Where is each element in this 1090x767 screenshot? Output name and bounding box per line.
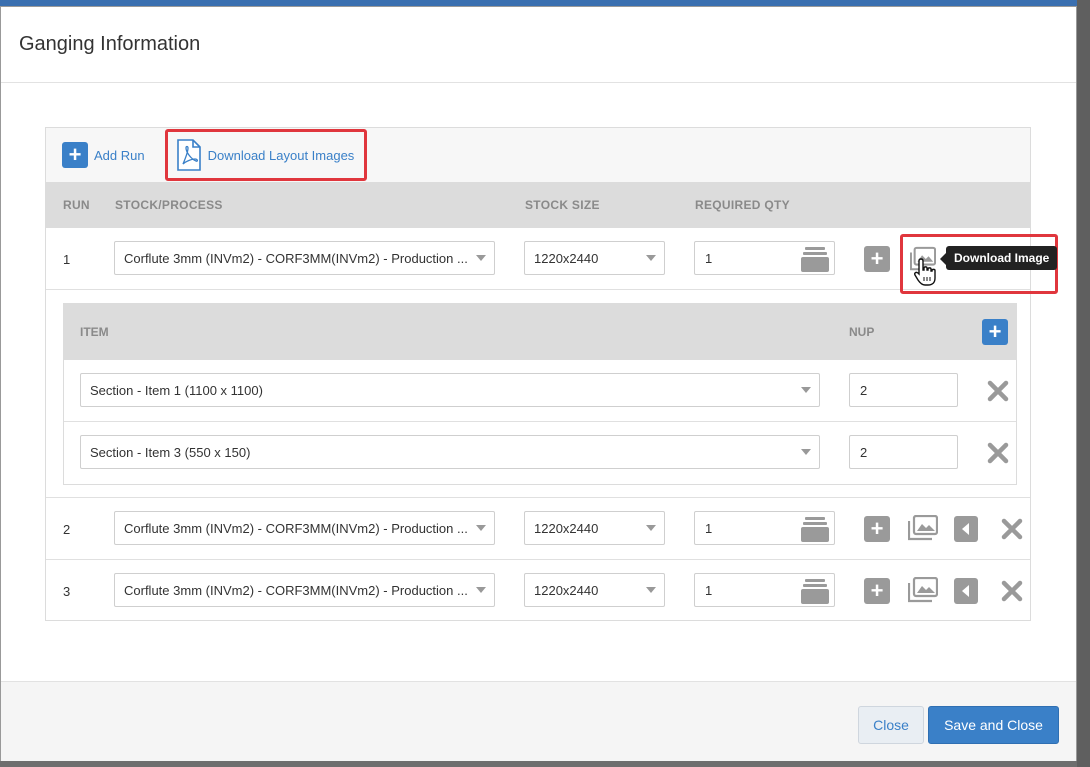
header-stock-process: STOCK/PROCESS <box>115 198 223 212</box>
runs-panel: + Add Run Download Layout Images RUN STO… <box>45 127 1031 621</box>
chevron-down-icon <box>801 449 811 455</box>
stack-icon[interactable] <box>801 246 829 272</box>
modal-footer: Close Save and Close <box>1 681 1076 761</box>
stock-size-select[interactable]: 1220x2440 <box>524 511 665 545</box>
add-run-label: Add Run <box>94 147 145 163</box>
stack-icon[interactable] <box>801 516 829 542</box>
modal-title: Ganging Information <box>19 33 201 55</box>
header-nup: NUP <box>849 325 875 339</box>
header-item: ITEM <box>80 325 109 339</box>
close-x-icon[interactable] <box>1001 518 1023 540</box>
modal-header: Ganging Information <box>1 7 1076 83</box>
run-row-2: 2 Corflute 3mm (INVm2) - CORF3MM(INVm2) … <box>46 498 1030 560</box>
items-subtable: ITEM NUP + Section - Item 1 (1100 x 1100… <box>63 303 1017 485</box>
add-item-button[interactable]: + <box>864 516 890 542</box>
runs-table-header: RUN STOCK/PROCESS STOCK SIZE REQUIRED QT… <box>46 182 1030 228</box>
add-run-button[interactable]: + Add Run <box>62 142 145 168</box>
header-required-qty: REQUIRED QTY <box>695 198 790 212</box>
chevron-down-icon <box>476 525 486 531</box>
required-qty-input[interactable]: 1 <box>694 241 835 275</box>
chevron-down-icon <box>646 525 656 531</box>
chevron-down-icon <box>476 255 486 261</box>
close-button[interactable]: Close <box>858 706 924 744</box>
run-number: 1 <box>63 252 71 267</box>
back-icon[interactable] <box>954 578 978 604</box>
plus-icon: + <box>870 516 884 541</box>
stack-icon[interactable] <box>801 578 829 604</box>
chevron-down-icon <box>646 255 656 261</box>
add-item-button[interactable]: + <box>864 578 890 604</box>
back-icon[interactable] <box>954 516 978 542</box>
save-and-close-button[interactable]: Save and Close <box>928 706 1059 744</box>
stock-size-select[interactable]: 1220x2440 <box>524 241 665 275</box>
close-x-icon[interactable] <box>987 380 1009 402</box>
download-image-tooltip: Download Image <box>939 246 1058 270</box>
add-item-button[interactable]: + <box>864 246 890 272</box>
plus-icon: + <box>870 246 884 271</box>
nup-input[interactable]: 2 <box>849 373 958 407</box>
header-stock-size: STOCK SIZE <box>525 198 600 212</box>
item-select[interactable]: Section - Item 3 (550 x 150) <box>80 435 820 469</box>
plus-icon: + <box>988 319 1002 344</box>
image-icon[interactable] <box>908 577 938 603</box>
close-x-icon[interactable] <box>987 442 1009 464</box>
items-table-header: ITEM NUP + <box>64 304 1016 360</box>
hand-cursor-icon <box>914 258 936 286</box>
item-row-1: Section - Item 1 (1100 x 1100) 2 <box>64 360 1016 422</box>
run-number: 3 <box>63 584 71 599</box>
header-run: RUN <box>63 198 90 212</box>
stock-process-select[interactable]: Corflute 3mm (INVm2) - CORF3MM(INVm2) - … <box>114 573 495 607</box>
nup-input[interactable]: 2 <box>849 435 958 469</box>
item-row-2: Section - Item 3 (550 x 150) 2 <box>64 422 1016 484</box>
chevron-down-icon <box>476 587 486 593</box>
required-qty-input[interactable]: 1 <box>694 573 835 607</box>
image-icon[interactable] <box>908 515 938 541</box>
chevron-down-icon <box>801 387 811 393</box>
download-layout-label: Download Layout Images <box>207 147 355 163</box>
stock-process-select[interactable]: Corflute 3mm (INVm2) - CORF3MM(INVm2) - … <box>114 241 495 275</box>
download-layout-highlight: Download Layout Images <box>164 129 368 181</box>
download-layout-images-button[interactable]: Download Layout Images <box>176 139 355 171</box>
pdf-icon <box>176 139 201 171</box>
chevron-down-icon <box>646 587 656 593</box>
ganging-modal: Ganging Information + Add Run Download L… <box>0 6 1077 761</box>
stock-size-select[interactable]: 1220x2440 <box>524 573 665 607</box>
run-number: 2 <box>63 522 71 537</box>
background-strip <box>1077 0 1090 767</box>
items-section: ITEM NUP + Section - Item 1 (1100 x 1100… <box>46 290 1030 498</box>
close-x-icon[interactable] <box>1001 580 1023 602</box>
toolbar: + Add Run Download Layout Images <box>46 128 1030 182</box>
item-select[interactable]: Section - Item 1 (1100 x 1100) <box>80 373 820 407</box>
required-qty-input[interactable]: 1 <box>694 511 835 545</box>
plus-icon: + <box>870 578 884 603</box>
add-item-row-button[interactable]: + <box>982 319 1008 345</box>
plus-icon: + <box>62 142 88 168</box>
run-row-1: 1 Corflute 3mm (INVm2) - CORF3MM(INVm2) … <box>46 228 1030 290</box>
run-row-3: 3 Corflute 3mm (INVm2) - CORF3MM(INVm2) … <box>46 560 1030 622</box>
stock-process-select[interactable]: Corflute 3mm (INVm2) - CORF3MM(INVm2) - … <box>114 511 495 545</box>
